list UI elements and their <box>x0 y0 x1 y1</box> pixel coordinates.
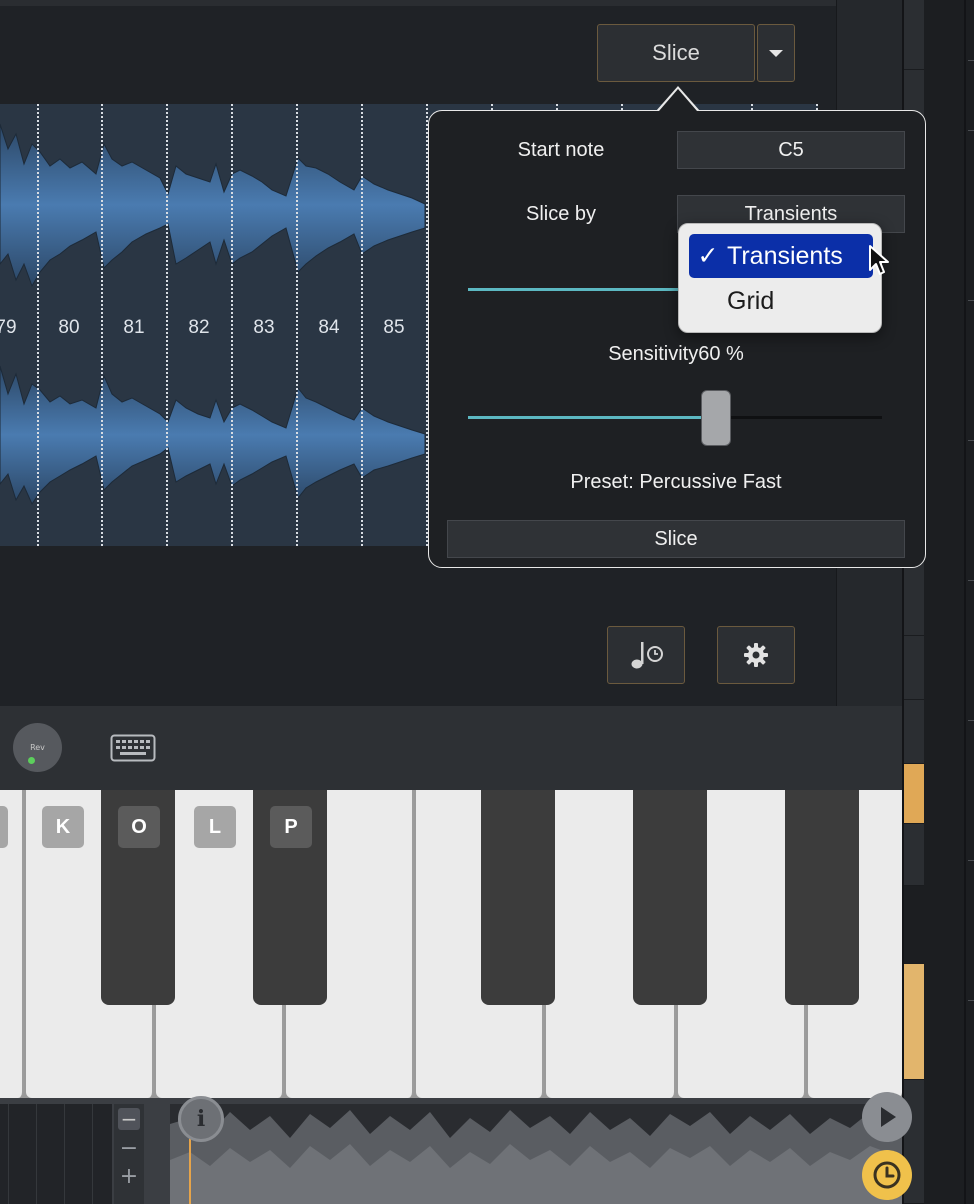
info-icon: i <box>196 1106 206 1132</box>
start-note-label: Start note <box>517 139 605 161</box>
slice-number: 82 <box>188 317 210 338</box>
slice-marker[interactable] <box>231 104 233 546</box>
track-lane[interactable] <box>904 700 924 764</box>
ruler-tick <box>968 580 974 581</box>
piano-keyboard: K O L P <box>0 790 902 1098</box>
menu-option-label: Transients <box>727 241 843 270</box>
overview-waveform-shape <box>170 1110 902 1204</box>
gear-icon <box>744 643 768 667</box>
slice-number: 80 <box>58 317 80 338</box>
preset-label: Preset: Percussive Fast <box>570 471 782 493</box>
piano-black-key[interactable] <box>481 790 555 1005</box>
slice-by-menu: ✓ Transients Grid <box>678 223 882 333</box>
ruler-divider <box>964 0 966 1204</box>
track-clip[interactable] <box>904 764 924 824</box>
key-shortcut-label: P <box>270 806 312 848</box>
grid-line <box>8 1104 9 1204</box>
key-shortcut-label: K <box>42 806 84 848</box>
menu-option-transients[interactable]: ✓ Transients <box>689 234 873 278</box>
slice-number: 81 <box>123 317 145 338</box>
mouse-pointer-icon <box>869 245 889 275</box>
reverb-led-indicator <box>28 757 35 764</box>
slice-marker[interactable] <box>296 104 298 546</box>
settings-button[interactable] <box>717 626 795 684</box>
ruler-tick <box>968 130 974 131</box>
zoom-controls: − − + <box>114 1104 144 1204</box>
note-clock-icon <box>631 642 663 669</box>
popover-arrow-fill <box>659 89 697 111</box>
apply-slice-label: Slice <box>654 527 698 550</box>
slice-marker[interactable] <box>101 104 103 546</box>
info-button[interactable]: i <box>178 1096 224 1142</box>
sensitivity-readout: Sensitivity60 % <box>447 343 905 366</box>
ruler-tick <box>968 300 974 301</box>
piano-black-key[interactable] <box>633 790 707 1005</box>
slice-settings-popover <box>428 110 926 568</box>
track-lane[interactable] <box>904 886 924 964</box>
ruler-tick <box>968 440 974 441</box>
grid-line <box>92 1104 93 1204</box>
sensitivity-slider-fill <box>468 416 717 419</box>
keyboard-icon[interactable] <box>110 734 156 762</box>
app-window: Slice 79 80 81 82 83 84 85 Rev K O L P −… <box>0 0 974 1204</box>
grid-line <box>36 1104 37 1204</box>
reverb-label: Rev <box>30 743 45 752</box>
overview-waveform[interactable] <box>170 1104 902 1204</box>
hidden-slider-fill <box>468 288 688 291</box>
ruler-tick <box>968 60 974 61</box>
sensitivity-label: Sensitivity <box>608 343 699 365</box>
slice-marker[interactable] <box>361 104 363 546</box>
key-shortcut-label: O <box>118 806 160 848</box>
zoom-in-button[interactable]: + <box>114 1164 144 1189</box>
track-lane[interactable] <box>904 636 924 700</box>
timeline-grid[interactable] <box>0 1104 112 1204</box>
slice-marker[interactable] <box>37 104 39 546</box>
tempo-sync-button[interactable] <box>607 626 685 684</box>
track-lane[interactable] <box>904 0 924 70</box>
slice-by-label: Slice by <box>525 203 597 225</box>
key-shortcut-label: L <box>194 806 236 848</box>
slice-marker[interactable] <box>166 104 168 546</box>
slice-number: 85 <box>383 317 405 338</box>
checkmark-icon: ✓ <box>697 242 719 270</box>
track-clip[interactable] <box>904 964 924 1080</box>
slice-number: 84 <box>318 317 340 338</box>
menu-option-grid[interactable]: Grid <box>689 279 873 323</box>
slice-mode-dropdown-button[interactable] <box>757 24 795 82</box>
sensitivity-slider-thumb[interactable] <box>701 390 732 446</box>
play-icon <box>881 1107 896 1127</box>
menu-option-label: Grid <box>727 286 775 315</box>
track-lane[interactable] <box>904 560 924 636</box>
key-shortcut-label <box>0 806 8 848</box>
sensitivity-value: 60 % <box>698 343 744 365</box>
reverb-knob[interactable]: Rev <box>13 723 62 772</box>
grid-line <box>64 1104 65 1204</box>
ruler-tick <box>968 860 974 861</box>
slice-number: 83 <box>253 317 275 338</box>
apply-slice-button[interactable]: Slice <box>447 520 905 558</box>
slice-mode-label: Slice <box>652 40 700 65</box>
minimize-button[interactable]: − <box>118 1108 140 1130</box>
clock-button[interactable] <box>862 1150 912 1200</box>
play-button[interactable] <box>862 1092 912 1142</box>
ruler-tick <box>968 1000 974 1001</box>
slice-mode-button[interactable]: Slice <box>597 24 755 82</box>
track-lane[interactable] <box>904 824 924 886</box>
piano-black-key[interactable] <box>785 790 859 1005</box>
triangle-down-icon <box>769 49 783 57</box>
slice-number: 79 <box>0 317 17 338</box>
start-note-value: C5 <box>778 138 804 161</box>
start-note-field[interactable]: C5 <box>677 131 905 169</box>
ruler-tick <box>968 720 974 721</box>
clock-icon <box>873 1161 901 1189</box>
arrangement-ruler <box>924 0 974 1204</box>
zoom-out-button[interactable]: − <box>114 1136 144 1161</box>
